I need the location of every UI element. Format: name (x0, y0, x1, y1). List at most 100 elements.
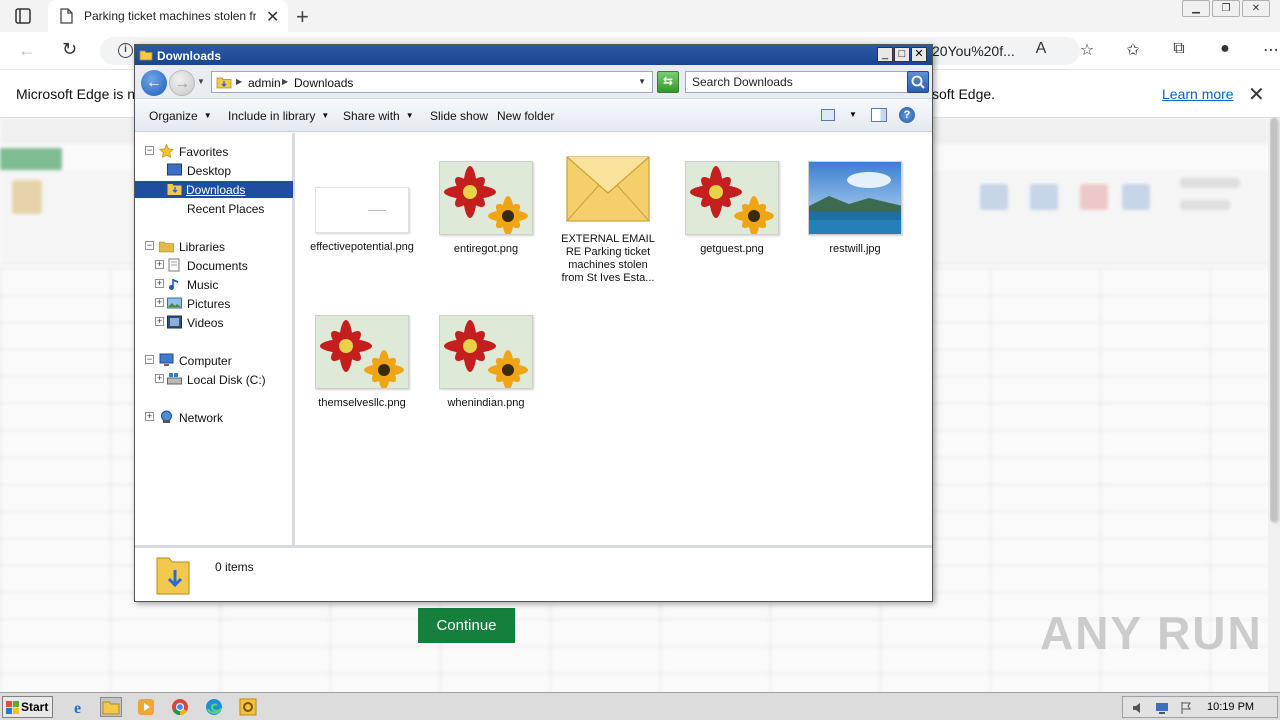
restore-icon[interactable]: ❐ (1212, 0, 1240, 17)
close-window-icon[interactable]: ✕ (1242, 0, 1270, 17)
flag-tray-icon[interactable] (1179, 701, 1193, 715)
page-scrollbar[interactable] (1268, 118, 1280, 692)
collections-icon[interactable]: ⧉ (1156, 40, 1202, 60)
organize-button[interactable]: Organize ▼ (149, 109, 212, 123)
preview-pane-icon[interactable] (871, 108, 887, 122)
flowers-image-thumbnail (439, 315, 533, 389)
details-pane: 0 items (135, 545, 932, 601)
path-dropdown-icon[interactable]: ▼ (638, 77, 646, 86)
search-icon[interactable] (907, 71, 929, 93)
refresh-icon[interactable]: ⇆ (657, 71, 679, 93)
read-aloud-icon[interactable]: A (1018, 40, 1064, 60)
close-info-bar-icon[interactable]: ✕ (1248, 82, 1265, 107)
explorer-taskbar-icon[interactable] (100, 697, 122, 717)
more-menu-icon[interactable]: ⋯ (1248, 40, 1280, 60)
explorer-title-bar[interactable]: Downloads _ □ ✕ (135, 45, 932, 65)
back-icon[interactable]: ← (141, 70, 167, 96)
nav-recent-places[interactable]: Recent Places (165, 200, 293, 217)
taskbar: Start e 10:19 PM (0, 692, 1280, 720)
network-tray-icon[interactable] (1155, 701, 1169, 715)
breadcrumb[interactable]: ▶ admin ▶ Downloads ▼ (211, 71, 653, 93)
slide-show-button[interactable]: Slide show (430, 109, 488, 123)
forward-icon[interactable]: → (169, 70, 195, 96)
blank-image-thumbnail (315, 187, 409, 233)
minimize-icon[interactable]: ▁ (1182, 0, 1210, 17)
nav-local-disk[interactable]: + Local Disk (C:) (155, 371, 293, 388)
info-message: Microsoft Edge is no (16, 86, 143, 102)
nav-desktop[interactable]: Desktop (165, 162, 293, 179)
videos-icon (167, 315, 182, 329)
downloads-folder-icon (156, 557, 190, 595)
maximize-window-icon[interactable]: □ (894, 47, 910, 62)
nav-computer[interactable]: − Computer (145, 352, 293, 369)
nav-music[interactable]: + Music (155, 276, 293, 293)
file-item[interactable]: whenindian.png (434, 315, 538, 410)
help-icon[interactable]: ? (899, 107, 915, 123)
start-button[interactable]: Start (2, 696, 53, 718)
volume-icon[interactable] (1131, 701, 1145, 715)
add-favorite-icon[interactable]: ☆ (1064, 40, 1110, 60)
anyrun-watermark: ANY RUN (1040, 607, 1263, 659)
flowers-image-thumbnail (685, 161, 779, 235)
media-player-icon[interactable] (136, 697, 158, 717)
learn-more-link[interactable]: Learn more (1162, 86, 1234, 102)
document-icon (60, 8, 73, 24)
new-folder-button[interactable]: New folder (497, 109, 554, 123)
window-controls: ▁ ❐ ✕ (1180, 0, 1270, 18)
file-item[interactable]: effectivepotential.png (310, 187, 414, 254)
back-arrow-icon[interactable]: ← (18, 40, 36, 61)
documents-icon (167, 258, 182, 272)
explorer-address-bar: ← → ▼ ▶ admin ▶ Downloads ▼ ⇆ Search Dow… (135, 65, 932, 99)
nav-pictures[interactable]: + Pictures (155, 295, 293, 312)
downloads-folder-icon (167, 182, 182, 196)
file-item[interactable]: entiregot.png (434, 161, 538, 256)
info-message-tail: soft Edge. (932, 86, 996, 102)
nav-network[interactable]: + Network (145, 409, 293, 426)
nav-videos[interactable]: + Videos (155, 314, 293, 331)
file-list: effectivepotential.png entiregot.png EXT… (298, 133, 930, 545)
view-dropdown-icon[interactable]: ▼ (849, 110, 857, 119)
internet-explorer-icon[interactable]: e (70, 697, 92, 717)
include-in-library-button[interactable]: Include in library ▼ (228, 109, 329, 123)
file-name: EXTERNAL EMAIL RE Parking ticket machine… (561, 233, 655, 284)
change-view-icon[interactable] (821, 109, 835, 121)
share-with-button[interactable]: Share with ▼ (343, 109, 414, 123)
desktop-icon (167, 163, 182, 177)
file-name: whenindian.png (447, 397, 525, 409)
file-item[interactable]: getguest.png (680, 161, 784, 256)
reload-icon[interactable]: ↻ (62, 39, 77, 60)
favorites-icon[interactable]: ✩ (1110, 40, 1156, 60)
search-input[interactable]: Search Downloads (685, 71, 909, 93)
nav-libraries[interactable]: − Libraries (145, 238, 293, 255)
close-tab-icon[interactable]: ✕ (266, 7, 279, 27)
edge-icon[interactable] (204, 697, 226, 717)
continue-button[interactable]: Continue (418, 608, 515, 643)
nav-favorites[interactable]: − Favorites (145, 143, 293, 160)
breadcrumb-downloads[interactable]: Downloads (294, 76, 353, 90)
chrome-icon[interactable] (170, 697, 192, 717)
history-dropdown-icon[interactable]: ▼ (197, 77, 205, 86)
profile-avatar[interactable]: ● (1202, 40, 1248, 60)
system-tray: 10:19 PM (1122, 696, 1278, 718)
tab-actions-icon[interactable] (14, 7, 32, 25)
breadcrumb-arrow-icon[interactable]: ▶ (282, 77, 288, 86)
file-name: effectivepotential.png (310, 241, 414, 253)
file-item[interactable]: EXTERNAL EMAIL RE Parking ticket machine… (556, 153, 660, 285)
computer-icon (159, 353, 174, 367)
landscape-image-thumbnail (808, 161, 902, 235)
breadcrumb-arrow-icon[interactable]: ▶ (236, 77, 242, 86)
file-item[interactable]: restwill.jpg (803, 161, 907, 256)
minimize-window-icon[interactable]: _ (877, 47, 893, 62)
nav-documents[interactable]: + Documents (155, 257, 293, 274)
site-info-icon[interactable]: i (118, 43, 133, 58)
browser-tab[interactable]: Parking ticket machines stolen fr ✕ (48, 0, 288, 32)
pictures-icon (167, 296, 182, 310)
breadcrumb-admin[interactable]: admin (248, 76, 281, 90)
nav-downloads[interactable]: Downloads (135, 181, 293, 198)
file-item[interactable]: themselvesllc.png (310, 315, 414, 410)
close-explorer-icon[interactable]: ✕ (911, 47, 927, 62)
new-tab-icon[interactable]: + (296, 4, 309, 30)
outlook-icon[interactable] (238, 697, 260, 717)
libraries-icon (159, 239, 174, 253)
flowers-image-thumbnail (439, 161, 533, 235)
